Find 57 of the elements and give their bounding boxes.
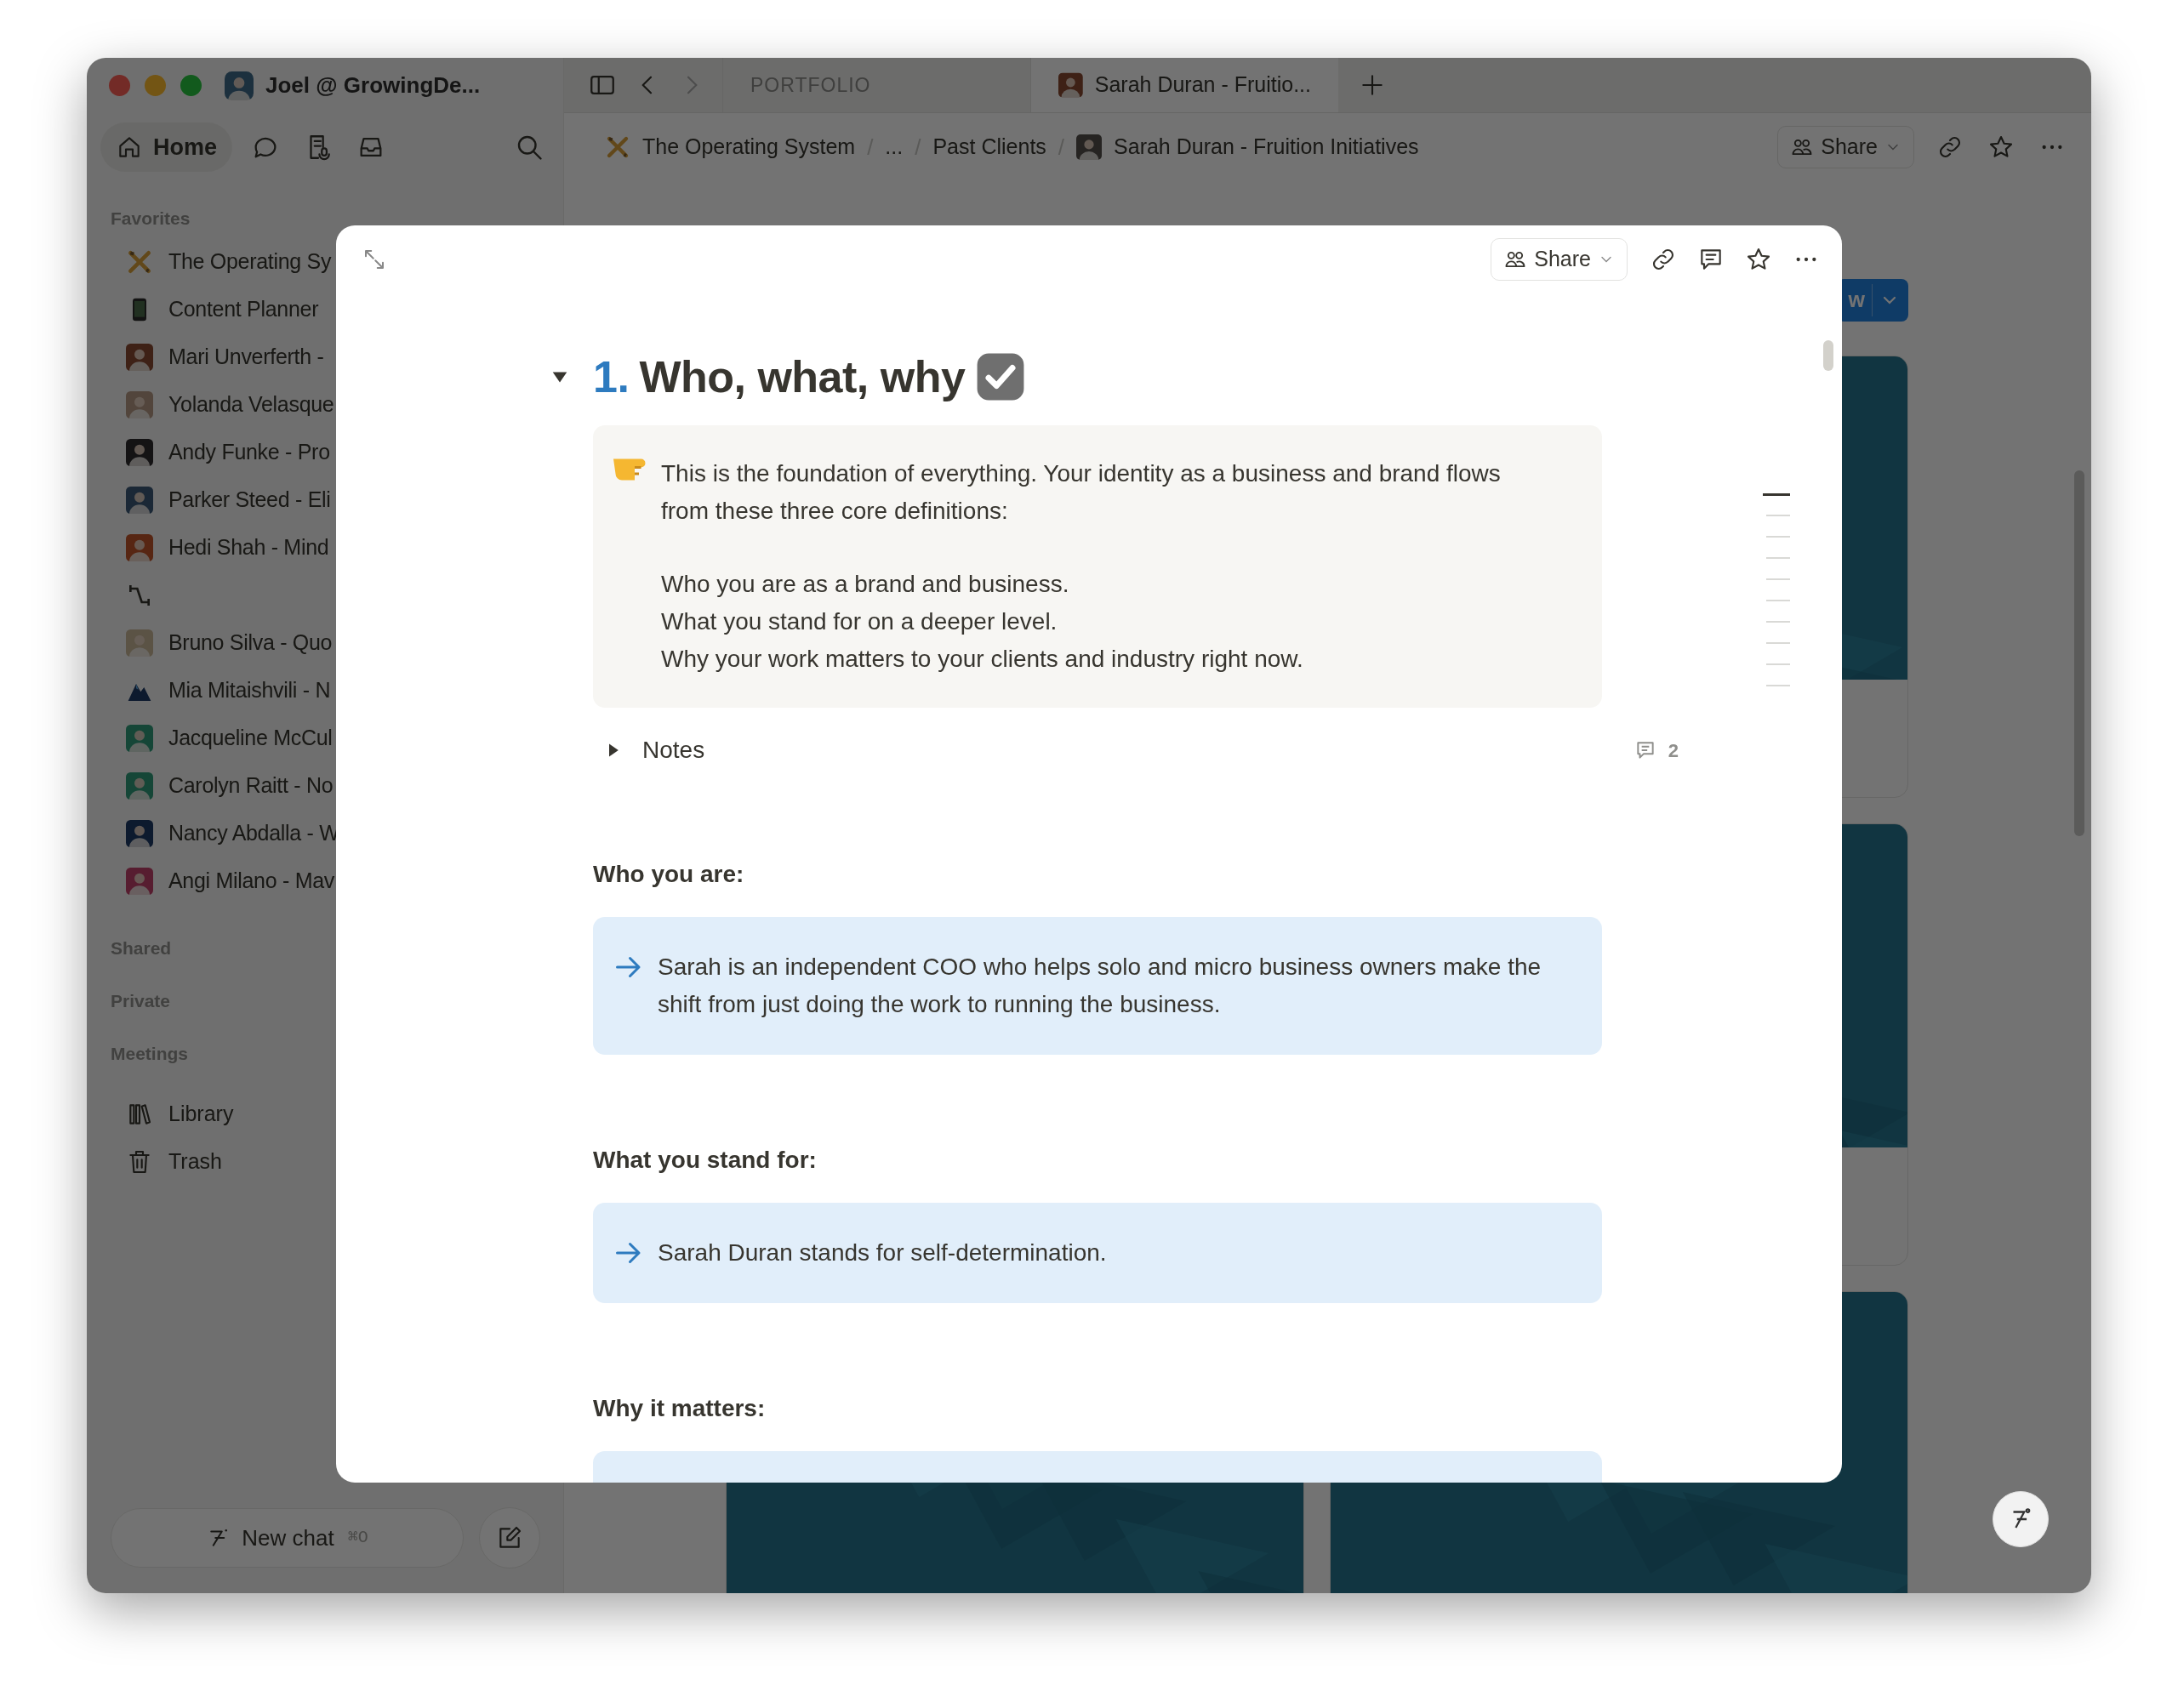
section-heading: 1. Who, what, why: [593, 351, 966, 403]
crossed-pencils-icon: [126, 248, 153, 276]
subheading: Who you are:: [593, 860, 745, 889]
scrollbar[interactable]: [1823, 340, 1833, 371]
close-button[interactable]: [109, 75, 130, 96]
sidebar-item[interactable]: Andy Funke - Pro: [111, 429, 563, 476]
notes-toggle[interactable]: Notes: [593, 732, 705, 768]
sidebar-item[interactable]: Yolanda Velasque: [111, 381, 563, 429]
callout-text: This is the foundation of everything. Your identity as a business and brand flows from these three core definitions:: [661, 459, 1502, 526]
breadcrumb-item[interactable]: Past Clients: [932, 131, 1046, 163]
avatar-icon: [1076, 134, 1103, 160]
sidebar-link[interactable]: Library: [111, 1090, 563, 1138]
avatar-icon: [126, 772, 153, 800]
callout-text: Who you are as a brand and business.: [661, 570, 1070, 599]
sidebar-item[interactable]: Hedi Shah - Mind: [111, 524, 563, 572]
sidebar-item[interactable]: Mari Unverferth -: [111, 333, 563, 381]
avatar-icon: [126, 344, 153, 371]
breadcrumb-separator: /: [867, 133, 874, 162]
sidebar-item[interactable]: Jacqueline McCul: [111, 715, 563, 762]
breadcrumb-separator: /: [915, 133, 921, 162]
avatar-icon: [126, 820, 153, 847]
workspace-name[interactable]: Joel @ GrowingDe...: [265, 69, 481, 102]
avatar-icon: [126, 487, 153, 514]
sidebar-item[interactable]: Content Planner: [111, 286, 563, 333]
avatar-icon: [126, 439, 153, 466]
sidebar-link[interactable]: Trash: [111, 1138, 563, 1186]
callout-text: Why your work matters to your clients and industry right now.: [661, 645, 1304, 674]
breadcrumb-separator: /: [1058, 133, 1065, 162]
breadcrumb-item[interactable]: ...: [885, 131, 904, 163]
comment-count[interactable]: 2: [1634, 736, 1679, 765]
tab[interactable]: Sarah Duran - Fruitio...: [1030, 58, 1338, 112]
callout-text: Sarah is an independent COO who helps solo and micro business owners make the shift from just doing the work to running the business.: [658, 953, 1542, 1019]
breadcrumb-item[interactable]: The Operating System: [605, 131, 856, 163]
sidebar-item[interactable]: The Operating Sy: [111, 238, 563, 286]
home-button[interactable]: Home: [100, 122, 232, 172]
sidebar-item[interactable]: Angi Milano - Mav: [111, 857, 563, 905]
sidebar-item[interactable]: Parker Steed - Eli: [111, 476, 563, 524]
avatar-icon: [1058, 72, 1083, 98]
subheading: What you stand for:: [593, 1146, 818, 1175]
callout-text: Sarah Duran stands for self-determination.: [658, 1238, 1107, 1267]
avatar-icon: [126, 868, 153, 895]
avatar-icon: [126, 391, 153, 418]
subheading: Why it matters:: [593, 1394, 767, 1423]
sidebar-item[interactable]: Mia Mitaishvili - N: [111, 667, 563, 715]
share-button[interactable]: Share: [1491, 238, 1628, 281]
breadcrumb-item[interactable]: Sarah Duran - Fruition Initiatives: [1076, 131, 1419, 163]
share-button[interactable]: Share: [1777, 126, 1914, 168]
crossed-pencils-icon: [605, 134, 630, 160]
avatar-icon: [126, 534, 153, 561]
sidebar-item[interactable]: Bruno Silva - Quo: [111, 619, 563, 667]
avatar-icon: [126, 725, 153, 752]
scrollbar[interactable]: [2074, 470, 2084, 836]
pointing-hand-icon: [613, 457, 647, 482]
sidebar-item[interactable]: Carolyn Raitt - No: [111, 762, 563, 810]
avatar-icon: [126, 629, 153, 657]
callout-text: What you stand for on a deeper level.: [661, 607, 1058, 636]
avatar-icon: [225, 71, 254, 100]
